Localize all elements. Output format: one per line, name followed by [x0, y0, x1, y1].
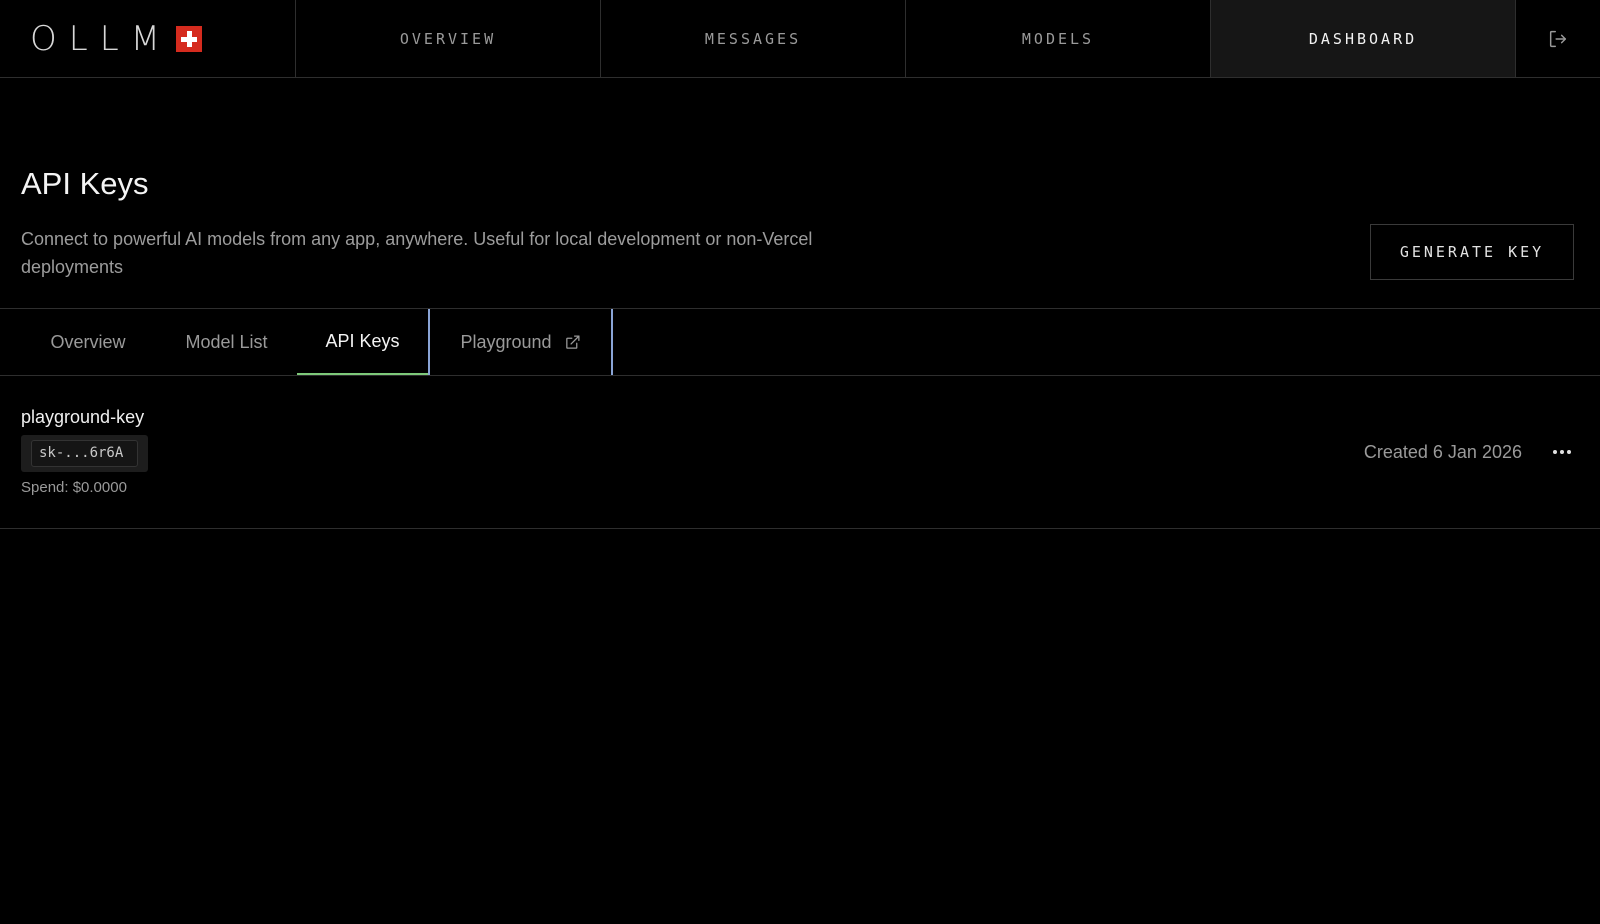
more-horizontal-icon: [1553, 450, 1557, 454]
nav-item-dashboard[interactable]: DASHBOARD: [1211, 0, 1516, 77]
tab-label: Model List: [185, 331, 268, 352]
api-key-masked: sk-...6r6A: [31, 440, 138, 467]
api-key-row: playground-key sk-...6r6A Spend: $0.0000…: [0, 376, 1600, 529]
page-header: API Keys Connect to powerful AI models f…: [0, 78, 1600, 309]
nav-item-label: MODELS: [1021, 29, 1095, 48]
top-navigation: OLLM OVERVIEW MESSAGES MODELS DASHBOARD: [0, 0, 1600, 78]
api-key-created-date: Created 6 Jan 2026: [1363, 442, 1522, 462]
page-title: API Keys: [21, 166, 149, 201]
brand-logo[interactable]: OLLM: [0, 0, 296, 77]
api-key-chip[interactable]: sk-...6r6A: [21, 435, 148, 472]
tab-model-list[interactable]: Model List: [156, 309, 297, 375]
nav-item-label: DASHBOARD: [1308, 29, 1418, 48]
tab-label: Overview: [50, 331, 126, 352]
nav-item-label: MESSAGES: [704, 29, 802, 48]
tab-label: API Keys: [325, 330, 400, 351]
nav-item-models[interactable]: MODELS: [906, 0, 1211, 77]
api-key-name: playground-key: [21, 407, 145, 427]
swiss-flag-icon: [175, 25, 202, 52]
nav-item-messages[interactable]: MESSAGES: [601, 0, 906, 77]
tab-overview[interactable]: Overview: [0, 309, 156, 375]
tab-playground[interactable]: Playground: [428, 309, 613, 375]
dashboard-tabs: Overview Model List API Keys Playground: [0, 309, 1600, 376]
nav-item-overview[interactable]: OVERVIEW: [296, 0, 601, 77]
tab-label: Playground: [460, 331, 552, 352]
api-key-more-button[interactable]: [1550, 442, 1574, 462]
logout-icon: [1549, 30, 1567, 47]
logout-button[interactable]: [1516, 0, 1600, 77]
page-description: Connect to powerful AI models from any a…: [21, 229, 813, 277]
logo-wordmark: OLLM: [30, 18, 172, 59]
tab-api-keys[interactable]: API Keys: [297, 309, 428, 375]
generate-key-label: GENERATE KEY: [1399, 243, 1545, 261]
more-horizontal-icon: [1567, 450, 1571, 454]
more-horizontal-icon: [1560, 450, 1564, 454]
api-key-spend: Spend: $0.0000: [21, 479, 127, 496]
generate-key-button[interactable]: GENERATE KEY: [1370, 224, 1574, 280]
external-link-icon: [565, 334, 580, 349]
nav-item-label: OVERVIEW: [399, 29, 497, 48]
